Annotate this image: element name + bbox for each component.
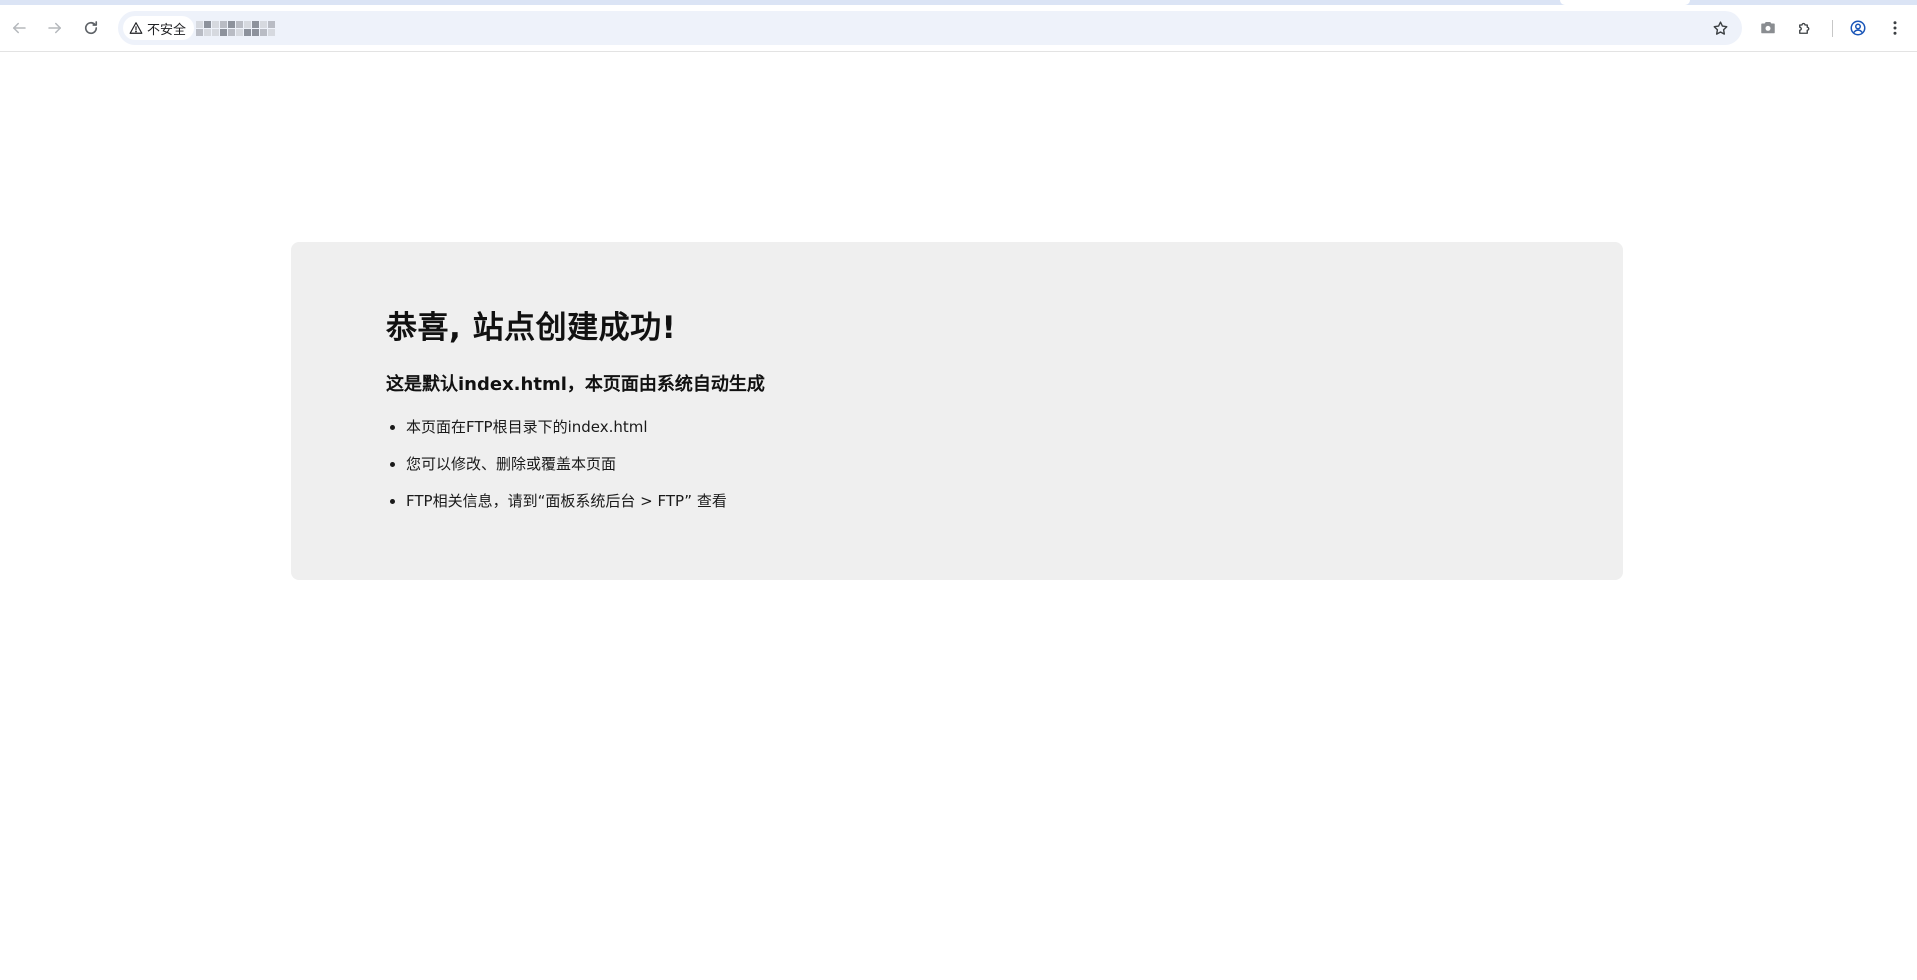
extensions-button[interactable] xyxy=(1792,15,1818,41)
bookmark-star-button[interactable] xyxy=(1708,16,1732,40)
url-text-redacted xyxy=(196,18,275,38)
browser-toolbar: 不安全 xyxy=(0,5,1917,52)
forward-button[interactable] xyxy=(40,13,70,43)
address-bar[interactable]: 不安全 xyxy=(118,11,1742,45)
arrow-left-icon xyxy=(13,22,26,34)
security-label: 不安全 xyxy=(147,22,187,38)
reload-button[interactable] xyxy=(76,13,106,43)
info-list: 本页面在FTP根目录下的index.html 您可以修改、删除或覆盖本页面 FT… xyxy=(386,416,727,527)
reload-icon xyxy=(84,21,98,35)
browser-window: 不安全 恭喜, 站点创建成功! 这是默认index.html，本页面由系统自动生… xyxy=(0,0,1917,980)
list-item: FTP相关信息，请到“面板系统后台 > FTP” 查看 xyxy=(406,490,727,527)
page-content: 恭喜, 站点创建成功! 这是默认index.html，本页面由系统自动生成 本页… xyxy=(0,52,1917,980)
screenshot-button[interactable] xyxy=(1755,15,1781,41)
security-indicator[interactable]: 不安全 xyxy=(123,16,195,40)
page-title: 恭喜, 站点创建成功! xyxy=(386,310,677,346)
profile-icon xyxy=(1850,20,1866,36)
back-button[interactable] xyxy=(4,13,34,43)
browser-menu-button[interactable] xyxy=(1882,15,1908,41)
list-item: 本页面在FTP根目录下的index.html xyxy=(406,416,727,453)
extensions-icon xyxy=(1799,22,1810,34)
welcome-card: 恭喜, 站点创建成功! 这是默认index.html，本页面由系统自动生成 本页… xyxy=(291,242,1623,580)
list-item: 您可以修改、删除或覆盖本页面 xyxy=(406,453,727,490)
page-subtitle: 这是默认index.html，本页面由系统自动生成 xyxy=(386,374,765,395)
warning-triangle-icon xyxy=(129,22,143,34)
toolbar-divider xyxy=(1832,20,1833,37)
star-icon xyxy=(1713,20,1727,35)
profile-button[interactable] xyxy=(1845,15,1871,41)
arrow-right-icon xyxy=(48,22,61,34)
more-vert-icon xyxy=(1893,21,1897,35)
camera-icon xyxy=(1761,22,1775,34)
